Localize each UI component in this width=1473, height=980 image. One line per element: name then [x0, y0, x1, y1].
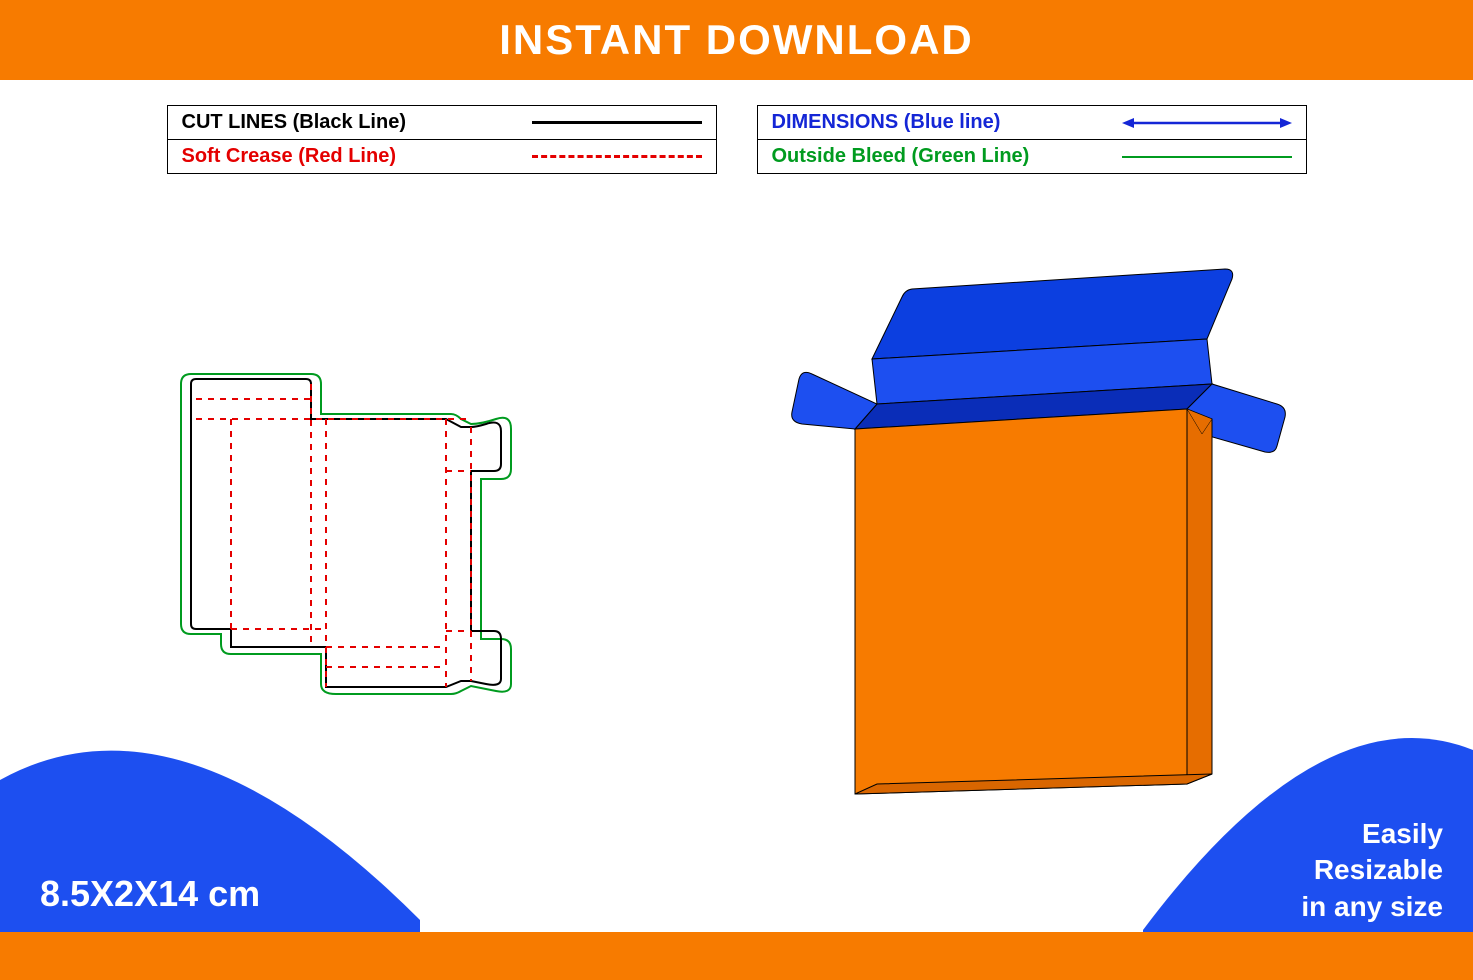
dimensions-text: 8.5X2X14 cm [40, 873, 260, 915]
resizable-line2: Resizable [1301, 852, 1443, 888]
resizable-line3: in any size [1301, 889, 1443, 925]
green-line-icon [1122, 156, 1292, 158]
dieline-template [166, 369, 526, 699]
black-line-icon [532, 121, 702, 124]
cutline-sample [522, 121, 702, 124]
top-banner: INSTANT DOWNLOAD [0, 0, 1473, 80]
blue-arrow-icon [1122, 115, 1292, 131]
header-title: INSTANT DOWNLOAD [499, 16, 974, 64]
legend-row-bleed: Outside Bleed (Green Line) [758, 139, 1306, 173]
resizable-text: Easily Resizable in any size [1301, 816, 1443, 925]
dimension-sample [1112, 115, 1292, 131]
legend-row-crease: Soft Crease (Red Line) [168, 139, 716, 173]
crease-sample [522, 155, 702, 158]
legend-label-crease: Soft Crease (Red Line) [182, 145, 396, 168]
legend-label-bleed: Outside Bleed (Green Line) [772, 145, 1030, 168]
legend-label-cutlines: CUT LINES (Black Line) [182, 111, 406, 134]
legend-box-left: CUT LINES (Black Line) Soft Crease (Red … [167, 105, 717, 174]
bottom-banner [0, 932, 1473, 980]
bleed-sample [1112, 156, 1292, 158]
red-dashed-line-icon [532, 155, 702, 158]
resizable-line1: Easily [1301, 816, 1443, 852]
legend-box-right: DIMENSIONS (Blue line) Outside Bleed (Gr… [757, 105, 1307, 174]
legend-container: CUT LINES (Black Line) Soft Crease (Red … [0, 105, 1473, 174]
legend-label-dimensions: DIMENSIONS (Blue line) [772, 111, 1001, 134]
legend-row-cutlines: CUT LINES (Black Line) [168, 106, 716, 139]
legend-row-dimensions: DIMENSIONS (Blue line) [758, 106, 1306, 139]
